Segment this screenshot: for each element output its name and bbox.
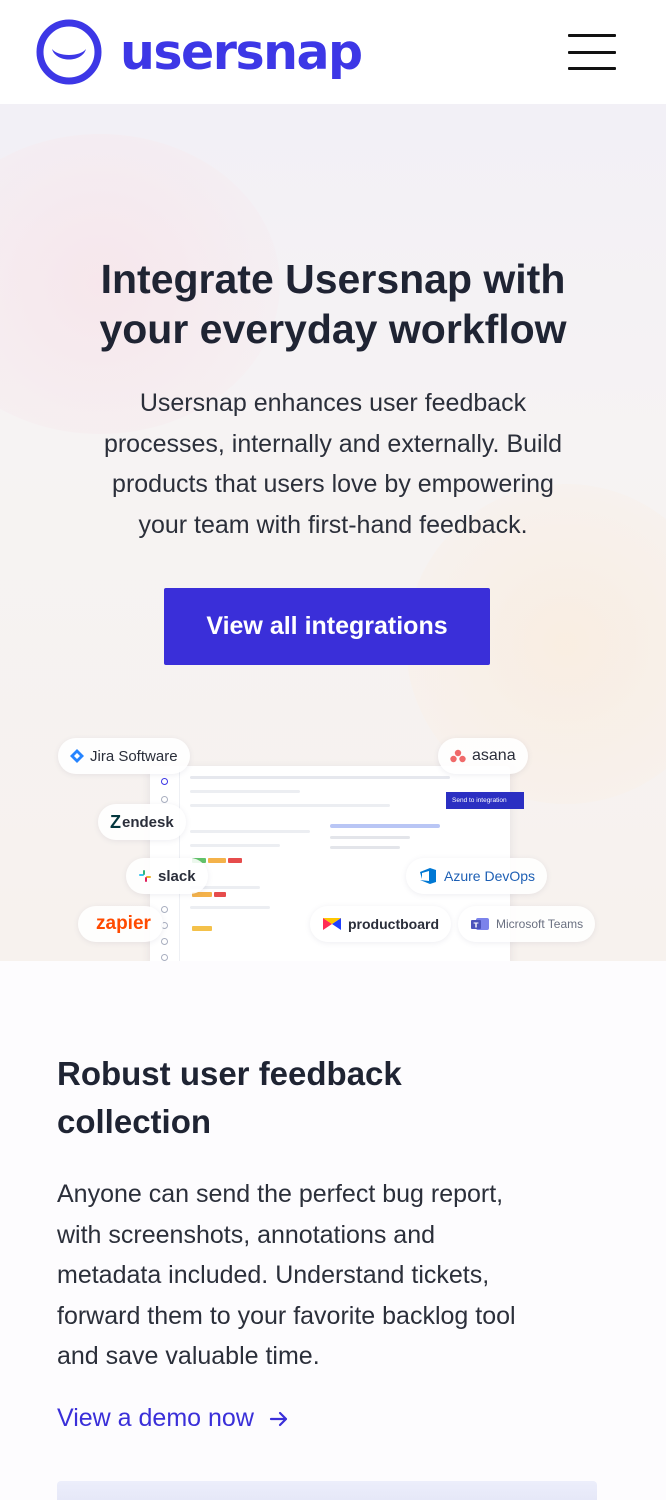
- zendesk-icon: Z: [110, 811, 121, 832]
- send-to-integration-button: Send to integration: [446, 792, 524, 809]
- integration-label: zapier: [96, 913, 151, 934]
- integration-label: endesk: [122, 813, 174, 831]
- svg-text:T: T: [474, 922, 479, 930]
- view-all-integrations-button[interactable]: View all integrations: [164, 588, 490, 665]
- integration-label: Azure DevOps: [444, 868, 536, 884]
- integration-label: Microsoft Teams: [496, 917, 584, 931]
- feature-preview-image: [57, 1481, 597, 1500]
- view-demo-link-label: View a demo now: [57, 1404, 254, 1432]
- productboard-icon: [323, 918, 341, 930]
- arrow-right-icon: [269, 1411, 287, 1426]
- hamburger-menu-icon[interactable]: [568, 34, 616, 70]
- integration-badge-zapier: zapier: [78, 906, 163, 942]
- hero-title-line: your everyday workflow: [99, 306, 567, 352]
- hero-title: Integrate Usersnap with your everyday wo…: [0, 254, 666, 354]
- feature-title-line: collection: [57, 1103, 212, 1140]
- logo-text: usersnap: [120, 23, 363, 81]
- feature-description: Anyone can send the perfect bug report, …: [57, 1174, 617, 1377]
- integration-badge-asana: asana: [438, 738, 528, 774]
- microsoft-teams-icon: T: [471, 918, 489, 930]
- feature-title: Robust user feedback collection: [57, 1050, 517, 1146]
- integration-badge-microsoft-teams: T Microsoft Teams: [458, 906, 596, 942]
- feature-description-line: and save valuable time.: [57, 1342, 320, 1370]
- integration-label: Jira Software: [90, 747, 178, 765]
- hero-description-line: your team with first-hand feedback.: [138, 510, 528, 539]
- integration-badge-jira: Jira Software: [58, 738, 190, 774]
- hero-description: Usersnap enhances user feedback processe…: [60, 383, 606, 545]
- integration-badge-zendesk: Z endesk: [98, 804, 186, 840]
- feature-description-line: forward them to your favorite backlog to…: [57, 1301, 516, 1330]
- jira-icon: [70, 749, 84, 763]
- slack-icon: [139, 870, 151, 882]
- usersnap-logo-icon: [36, 19, 102, 85]
- integration-label: productboard: [348, 916, 439, 932]
- integration-label: slack: [158, 867, 196, 885]
- integration-badge-azure-devops: Azure DevOps: [406, 858, 548, 894]
- feature-section: Robust user feedback collection Anyone c…: [0, 961, 666, 1500]
- hero-description-line: products that users love by empowering: [112, 470, 554, 498]
- azure-devops-icon: [420, 868, 436, 884]
- hero-section: Integrate Usersnap with your everyday wo…: [0, 104, 666, 961]
- feature-description-line: Anyone can send the perfect bug report,: [57, 1180, 504, 1208]
- hero-title-line: Integrate Usersnap with: [100, 256, 566, 302]
- integration-badge-slack: slack: [126, 858, 208, 894]
- view-demo-link[interactable]: View a demo now: [57, 1404, 290, 1433]
- feature-description-line: with screenshots, annotations and: [57, 1220, 436, 1249]
- usersnap-logo[interactable]: usersnap: [36, 19, 363, 85]
- integration-label: asana: [472, 747, 516, 764]
- integration-badge-productboard: productboard: [310, 906, 451, 942]
- feature-title-line: Robust user feedback: [57, 1055, 402, 1092]
- hero-description-line: processes, internally and externally. Bu…: [103, 429, 563, 458]
- site-header: usersnap: [0, 0, 660, 104]
- asana-icon: [450, 749, 466, 763]
- feature-description-line: metadata included. Understand tickets,: [57, 1261, 490, 1289]
- hero-description-line: Usersnap enhances user feedback: [139, 389, 527, 417]
